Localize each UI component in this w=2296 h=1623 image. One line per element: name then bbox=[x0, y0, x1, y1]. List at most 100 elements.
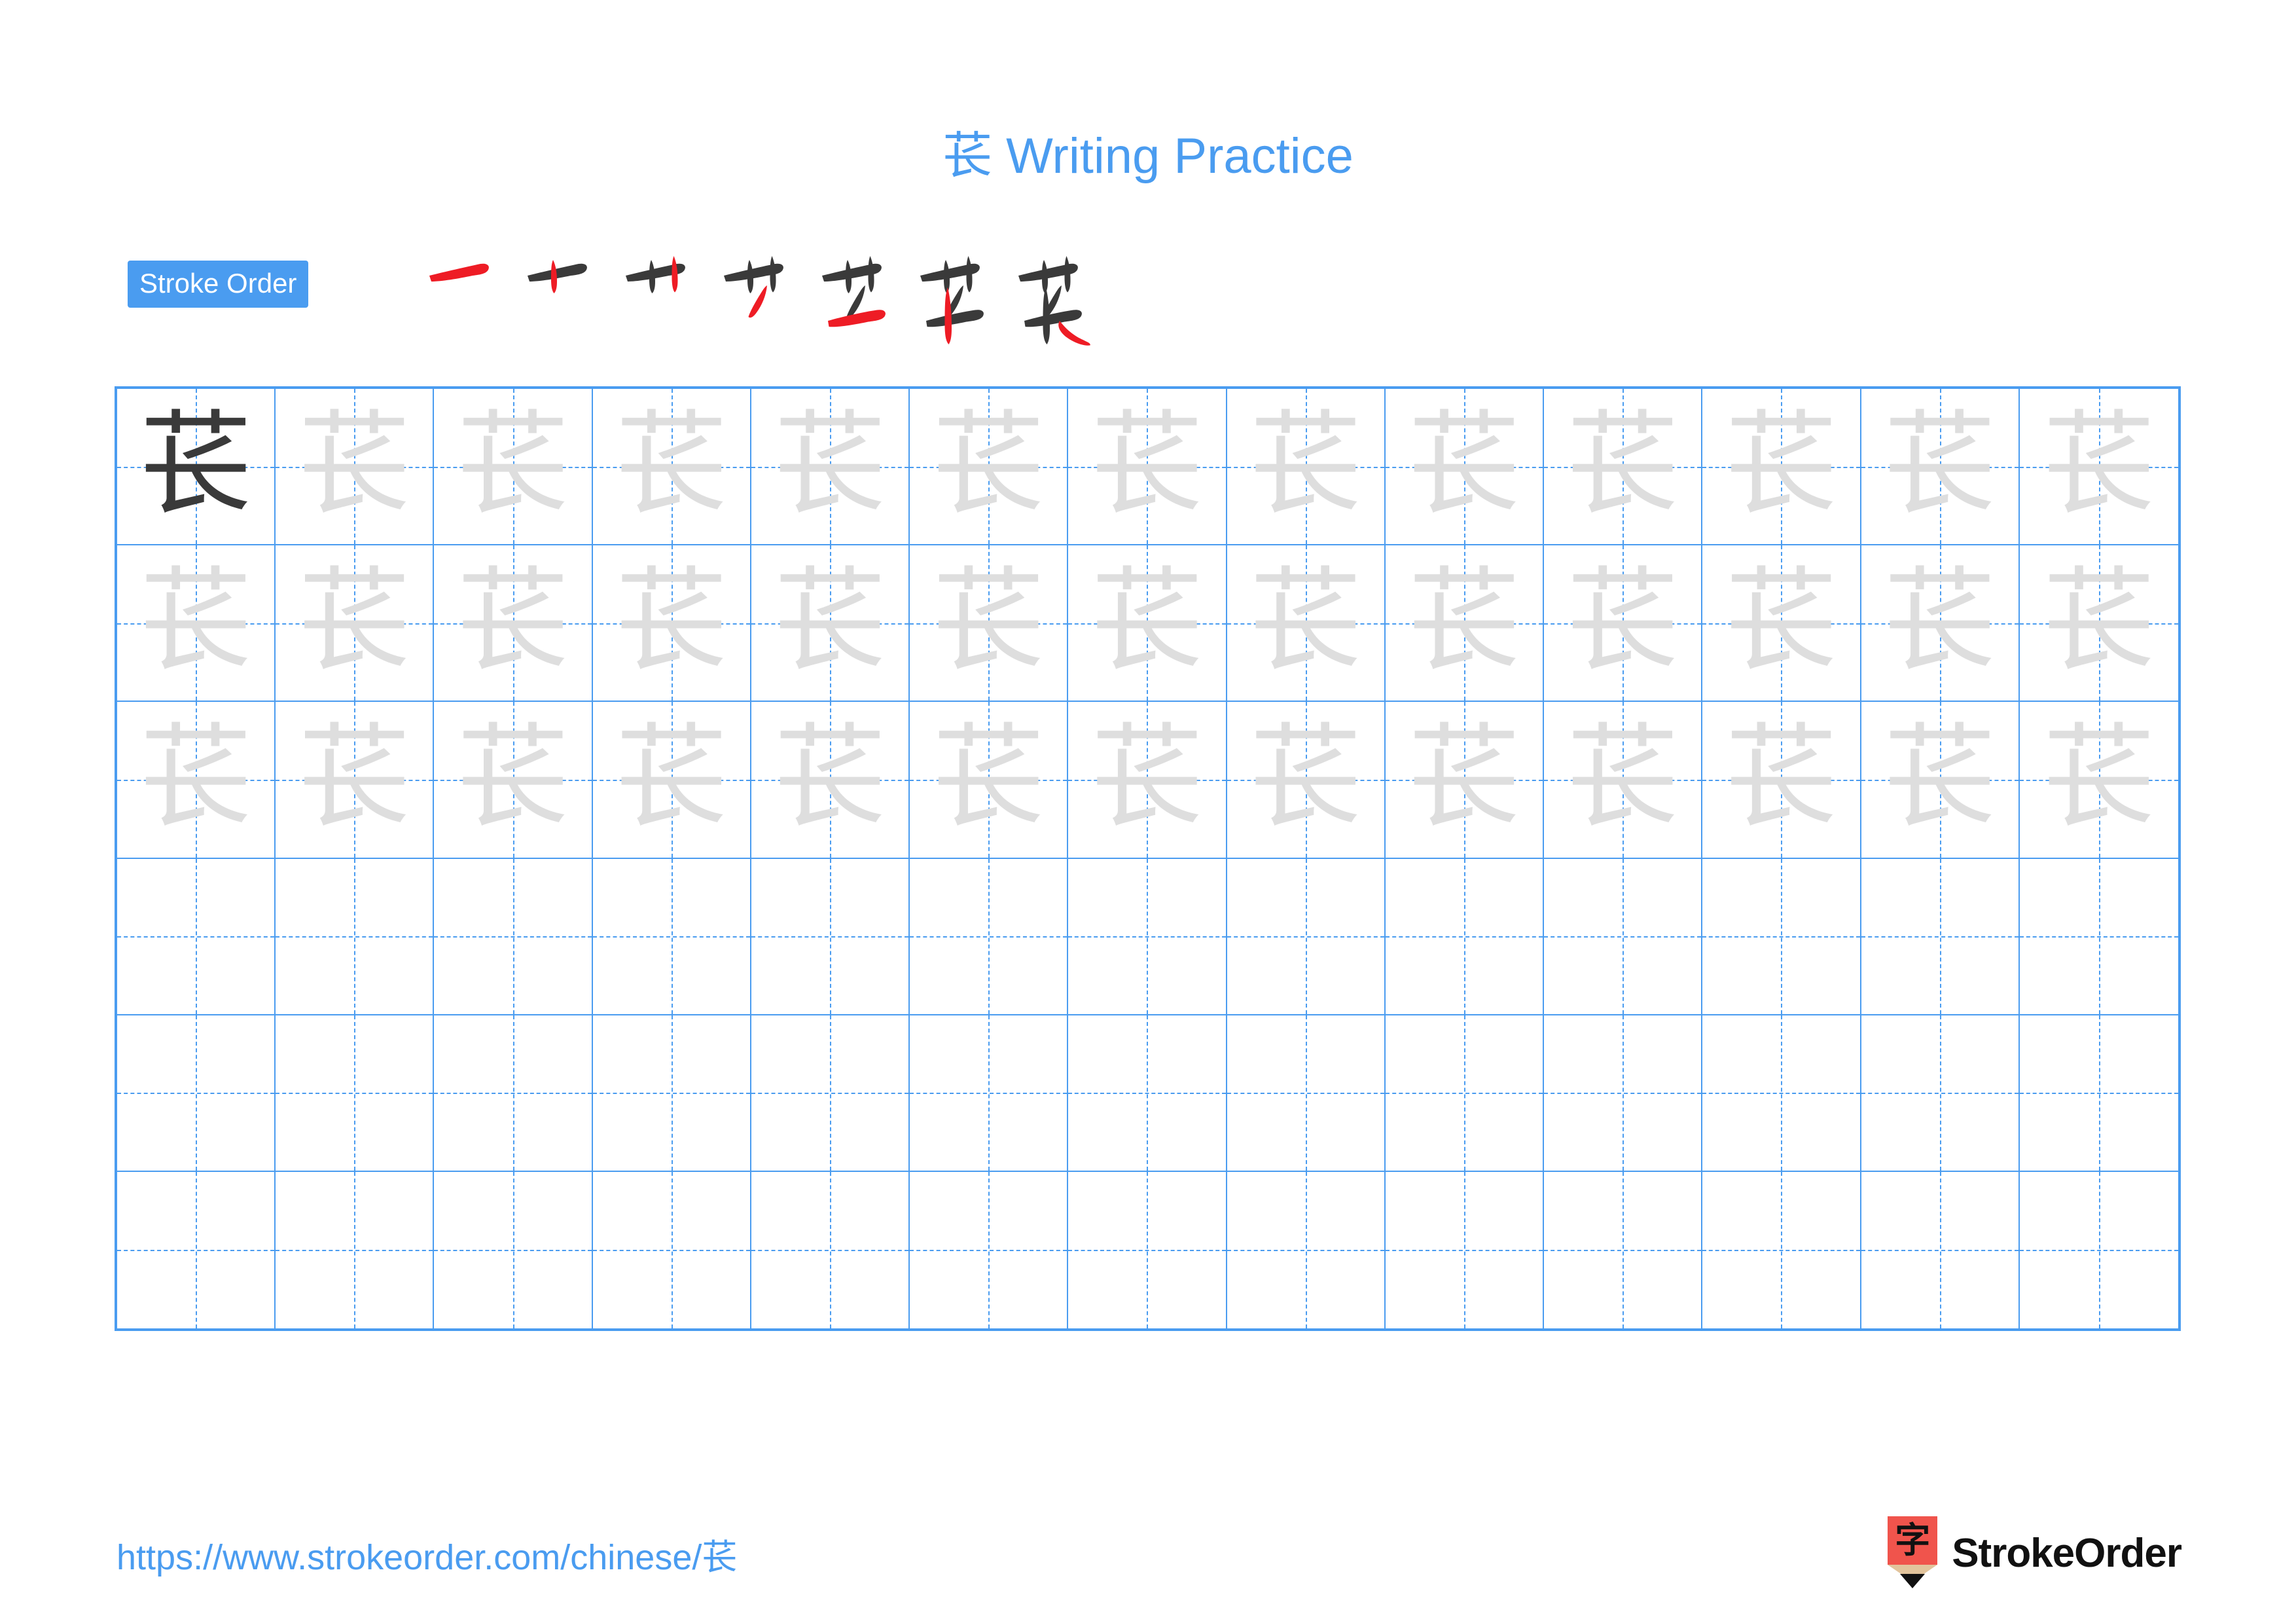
grid-cell-r3-c10[interactable]: 苌 bbox=[1544, 702, 1703, 859]
grid-cell-r1-c4[interactable]: 苌 bbox=[592, 389, 751, 546]
grid-cell-r5-c9[interactable] bbox=[1385, 1015, 1545, 1172]
grid-cell-r6-c9[interactable] bbox=[1385, 1171, 1545, 1328]
grid-cell-r4-c10[interactable] bbox=[1544, 858, 1703, 1015]
grid-cell-r5-c7[interactable] bbox=[1068, 1015, 1227, 1172]
grid-cell-r3-c13[interactable]: 苌 bbox=[2019, 702, 2178, 859]
grid-cell-r6-c1[interactable] bbox=[117, 1171, 276, 1328]
grid-cell-r6-c10[interactable] bbox=[1544, 1171, 1703, 1328]
grid-cell-r3-c2[interactable]: 苌 bbox=[276, 702, 435, 859]
grid-cell-r1-c12[interactable]: 苌 bbox=[1861, 389, 2020, 546]
stroke-step-2 bbox=[514, 250, 612, 348]
pencil-icon: 字 bbox=[1888, 1516, 1938, 1590]
grid-cell-r2-c7[interactable]: 苌 bbox=[1068, 545, 1227, 702]
stroke-step-1 bbox=[416, 250, 514, 348]
practice-character: 苌 bbox=[2042, 711, 2155, 843]
grid-cell-r2-c1[interactable]: 苌 bbox=[117, 545, 276, 702]
grid-cell-r2-c6[interactable]: 苌 bbox=[910, 545, 1069, 702]
grid-cell-r1-c10[interactable]: 苌 bbox=[1544, 389, 1703, 546]
grid-cell-r6-c3[interactable] bbox=[434, 1171, 593, 1328]
grid-cell-r2-c8[interactable]: 苌 bbox=[1227, 545, 1386, 702]
grid-cell-r2-c4[interactable]: 苌 bbox=[592, 545, 751, 702]
grid-cell-r3-c4[interactable]: 苌 bbox=[592, 702, 751, 859]
grid-cell-r6-c11[interactable] bbox=[1702, 1171, 1861, 1328]
practice-character: 苌 bbox=[615, 555, 728, 687]
grid-cell-r6-c2[interactable] bbox=[276, 1171, 435, 1328]
grid-cell-r4-c12[interactable] bbox=[1861, 858, 2020, 1015]
practice-character: 苌 bbox=[298, 555, 411, 687]
grid-cell-r4-c8[interactable] bbox=[1227, 858, 1386, 1015]
grid-cell-r2-c13[interactable]: 苌 bbox=[2019, 545, 2178, 702]
footer-url[interactable]: https://www.strokeorder.com/chinese/苌 bbox=[117, 1528, 737, 1580]
grid-cell-r1-c1[interactable]: 苌 bbox=[117, 389, 276, 546]
grid-cell-r4-c13[interactable] bbox=[2019, 858, 2178, 1015]
grid-cell-r6-c13[interactable] bbox=[2019, 1171, 2178, 1328]
grid-cell-r4-c5[interactable] bbox=[751, 858, 910, 1015]
grid-cell-r2-c5[interactable]: 苌 bbox=[751, 545, 910, 702]
grid-cell-r4-c3[interactable] bbox=[434, 858, 593, 1015]
grid-cell-r3-c3[interactable]: 苌 bbox=[434, 702, 593, 859]
footer-logo[interactable]: 字 StrokeOrder bbox=[1888, 1514, 2182, 1592]
practice-character: 苌 bbox=[1883, 398, 1996, 530]
practice-character: 苌 bbox=[1407, 398, 1520, 530]
grid-cell-r1-c11[interactable]: 苌 bbox=[1702, 389, 1861, 546]
grid-cell-r1-c5[interactable]: 苌 bbox=[751, 389, 910, 546]
grid-cell-r5-c12[interactable] bbox=[1861, 1015, 2020, 1172]
grid-cell-r3-c9[interactable]: 苌 bbox=[1385, 702, 1545, 859]
grid-cell-r1-c2[interactable]: 苌 bbox=[276, 389, 435, 546]
grid-cell-r1-c6[interactable]: 苌 bbox=[910, 389, 1069, 546]
practice-character: 苌 bbox=[1249, 555, 1362, 687]
grid-cell-r6-c7[interactable] bbox=[1068, 1171, 1227, 1328]
grid-cell-r5-c8[interactable] bbox=[1227, 1015, 1386, 1172]
grid-cell-r2-c3[interactable]: 苌 bbox=[434, 545, 593, 702]
stroke-step-4 bbox=[710, 250, 808, 348]
grid-cell-r5-c5[interactable] bbox=[751, 1015, 910, 1172]
grid-cell-r4-c2[interactable] bbox=[276, 858, 435, 1015]
page-title: 苌 Writing Practice bbox=[0, 115, 2296, 187]
grid-cell-r1-c7[interactable]: 苌 bbox=[1068, 389, 1227, 546]
practice-character: 苌 bbox=[932, 555, 1045, 687]
grid-cell-r3-c12[interactable]: 苌 bbox=[1861, 702, 2020, 859]
practice-character: 苌 bbox=[139, 711, 253, 843]
grid-cell-r3-c1[interactable]: 苌 bbox=[117, 702, 276, 859]
grid-cell-r1-c9[interactable]: 苌 bbox=[1385, 389, 1545, 546]
grid-cell-r4-c1[interactable] bbox=[117, 858, 276, 1015]
practice-character: 苌 bbox=[615, 711, 728, 843]
practice-character: 苌 bbox=[456, 555, 569, 687]
grid-cell-r4-c11[interactable] bbox=[1702, 858, 1861, 1015]
grid-cell-r3-c5[interactable]: 苌 bbox=[751, 702, 910, 859]
grid-cell-r3-c11[interactable]: 苌 bbox=[1702, 702, 1861, 859]
grid-cell-r4-c7[interactable] bbox=[1068, 858, 1227, 1015]
grid-cell-r6-c8[interactable] bbox=[1227, 1171, 1386, 1328]
grid-cell-r5-c1[interactable] bbox=[117, 1015, 276, 1172]
grid-cell-r5-c3[interactable] bbox=[434, 1015, 593, 1172]
footer-url-character: 苌 bbox=[702, 1537, 738, 1578]
grid-cell-r5-c10[interactable] bbox=[1544, 1015, 1703, 1172]
grid-cell-r5-c4[interactable] bbox=[592, 1015, 751, 1172]
grid-cell-r3-c7[interactable]: 苌 bbox=[1068, 702, 1227, 859]
grid-cell-r5-c6[interactable] bbox=[910, 1015, 1069, 1172]
grid-cell-r2-c9[interactable]: 苌 bbox=[1385, 545, 1545, 702]
grid-cell-r3-c6[interactable]: 苌 bbox=[910, 702, 1069, 859]
grid-cell-r2-c10[interactable]: 苌 bbox=[1544, 545, 1703, 702]
grid-cell-r6-c5[interactable] bbox=[751, 1171, 910, 1328]
grid-cell-r6-c4[interactable] bbox=[592, 1171, 751, 1328]
grid-cell-r2-c11[interactable]: 苌 bbox=[1702, 545, 1861, 702]
grid-cell-r2-c12[interactable]: 苌 bbox=[1861, 545, 2020, 702]
grid-cell-r4-c9[interactable] bbox=[1385, 858, 1545, 1015]
grid-cell-r1-c8[interactable]: 苌 bbox=[1227, 389, 1386, 546]
grid-cell-r3-c8[interactable]: 苌 bbox=[1227, 702, 1386, 859]
grid-cell-r5-c11[interactable] bbox=[1702, 1015, 1861, 1172]
practice-character: 苌 bbox=[1407, 555, 1520, 687]
grid-cell-r6-c12[interactable] bbox=[1861, 1171, 2020, 1328]
practice-character: 苌 bbox=[2042, 398, 2155, 530]
grid-cell-r6-c6[interactable] bbox=[910, 1171, 1069, 1328]
footer-url-prefix: https://www.strokeorder.com/chinese/ bbox=[117, 1538, 702, 1577]
grid-cell-r1-c3[interactable]: 苌 bbox=[434, 389, 593, 546]
practice-character: 苌 bbox=[456, 398, 569, 530]
grid-cell-r5-c13[interactable] bbox=[2019, 1015, 2178, 1172]
grid-cell-r4-c6[interactable] bbox=[910, 858, 1069, 1015]
grid-cell-r2-c2[interactable]: 苌 bbox=[276, 545, 435, 702]
grid-cell-r4-c4[interactable] bbox=[592, 858, 751, 1015]
grid-cell-r5-c2[interactable] bbox=[276, 1015, 435, 1172]
grid-cell-r1-c13[interactable]: 苌 bbox=[2019, 389, 2178, 546]
